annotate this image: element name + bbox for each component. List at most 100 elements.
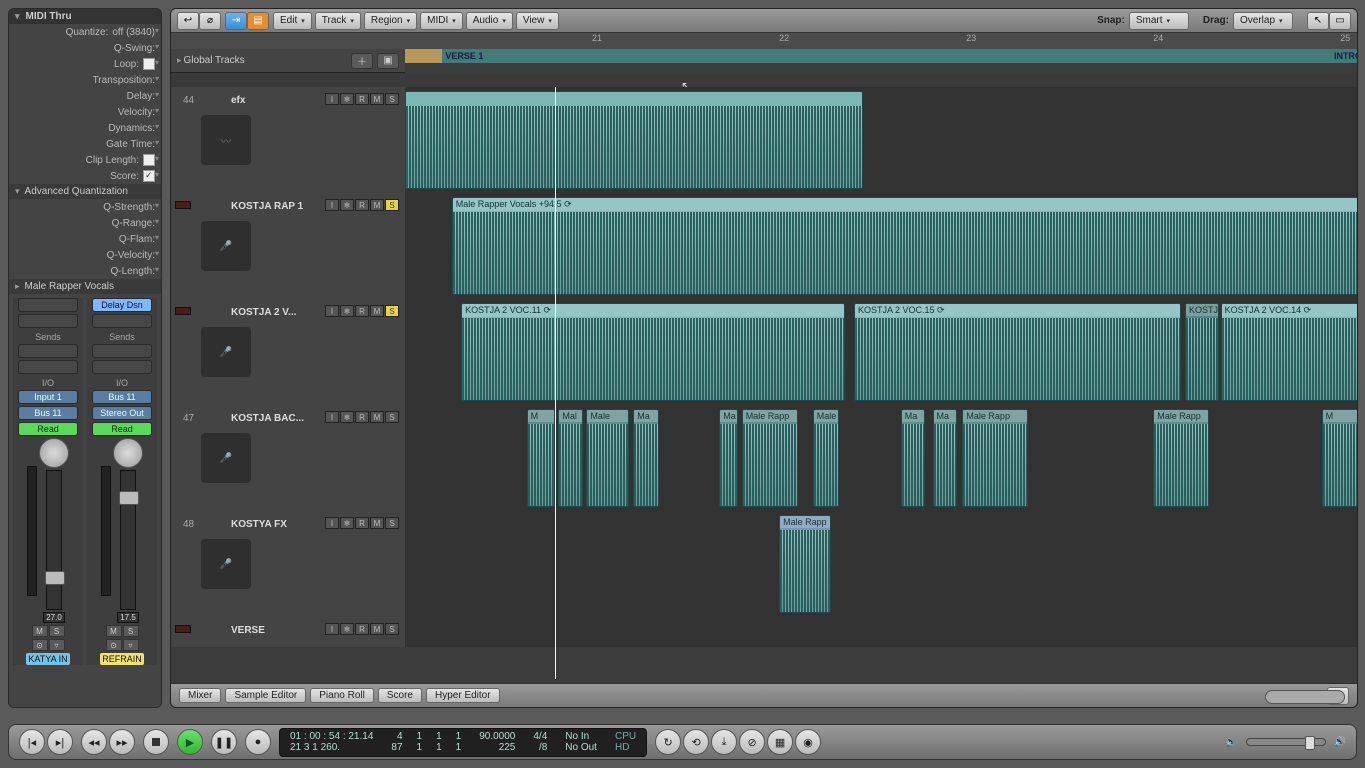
send-slot[interactable] <box>92 360 152 374</box>
pointer-tool[interactable]: ↖ <box>1307 12 1329 30</box>
pause-button[interactable]: ❚❚ <box>211 729 237 755</box>
track-mute-button[interactable]: M <box>370 411 384 423</box>
pan-knob[interactable] <box>113 438 143 468</box>
volume-fader[interactable] <box>46 470 62 610</box>
go-to-end-button[interactable]: ▸| <box>47 729 73 755</box>
io-button[interactable]: ▿ <box>123 639 139 651</box>
record-enable[interactable] <box>175 201 191 209</box>
link-button[interactable]: ⌀ <box>199 12 221 30</box>
audio-region[interactable]: KOSTJA 2 VOC.14 ⟳ <box>1221 303 1357 401</box>
track-header[interactable]: KOSTJA 2 V... I ❄ R M S 🎤 <box>171 299 405 405</box>
automation-mode[interactable]: Read <box>18 422 78 436</box>
inspector-row[interactable]: Quantize:off (3840)▾ <box>9 24 161 40</box>
auto-zoom-button[interactable]: ▤ <box>247 12 269 30</box>
mute-button[interactable]: M <box>32 625 48 637</box>
mute-button[interactable]: M <box>106 625 122 637</box>
track-record-button[interactable]: R <box>355 411 369 423</box>
inspector-row[interactable]: Dynamics:▾ <box>9 120 161 136</box>
send-slot[interactable] <box>92 344 152 358</box>
click-button[interactable]: ◉ <box>795 729 821 755</box>
track-info-button[interactable]: I <box>325 623 339 635</box>
inspector-row[interactable]: Transposition:▾ <box>9 72 161 88</box>
audio-region[interactable]: KOSTJ <box>1185 303 1219 401</box>
track-mute-button[interactable]: M <box>370 305 384 317</box>
track-name[interactable]: KOSTYA FX <box>231 519 287 530</box>
go-to-start-button[interactable]: |◂ <box>19 729 45 755</box>
track-freeze-button[interactable]: ❄ <box>340 93 354 105</box>
input-slot[interactable]: Bus 11 <box>92 390 152 404</box>
audio-region[interactable]: Mal <box>558 409 582 507</box>
editor-tab[interactable]: Piano Roll <box>310 688 374 703</box>
track-freeze-button[interactable]: ❄ <box>340 517 354 529</box>
inspector-row[interactable]: Q-Strength:▾ <box>9 199 161 215</box>
disclosure-icon[interactable] <box>15 281 22 292</box>
audio-region[interactable]: Ma <box>719 409 738 507</box>
track-freeze-button[interactable]: ❄ <box>340 623 354 635</box>
audio-region[interactable]: KOSTJA 2 VOC.11 ⟳ <box>461 303 844 401</box>
playhead[interactable] <box>555 87 556 679</box>
inspector-row[interactable]: Q-Velocity:▾ <box>9 247 161 263</box>
bar-ruler[interactable]: 2122232425 <box>171 33 1357 49</box>
track-mute-button[interactable]: M <box>370 623 384 635</box>
track-info-button[interactable]: I <box>325 517 339 529</box>
volume-fader[interactable] <box>120 470 136 610</box>
io-button[interactable]: ⊙ <box>106 639 122 651</box>
global-tracks-header[interactable]: Global Tracks ＋ ▣ <box>171 49 405 73</box>
send-slot[interactable] <box>18 344 78 358</box>
audio-region[interactable]: Ma <box>901 409 925 507</box>
checkbox[interactable] <box>143 154 155 166</box>
snap-select[interactable]: Smart▾ <box>1129 12 1189 30</box>
menu-region[interactable]: Region▾ <box>364 12 417 30</box>
replace-button[interactable]: ⤓ <box>711 729 737 755</box>
track-freeze-button[interactable]: ❄ <box>340 305 354 317</box>
inspector-row[interactable]: Q-Range:▾ <box>9 215 161 231</box>
send-slot[interactable] <box>18 360 78 374</box>
track-freeze-button[interactable]: ❄ <box>340 199 354 211</box>
audio-region[interactable]: Male Rapp <box>742 409 798 507</box>
track-solo-button[interactable]: S <box>385 305 399 317</box>
track-info-button[interactable]: I <box>325 411 339 423</box>
audio-region[interactable]: Male Rapper Vocals +94.5 ⟳ <box>452 197 1357 295</box>
advanced-quantization-header[interactable]: Advanced Quantization <box>9 184 161 199</box>
autopunch-button[interactable]: ⟲ <box>683 729 709 755</box>
track-mute-button[interactable]: M <box>370 93 384 105</box>
solo-button[interactable]: S <box>49 625 65 637</box>
audio-region[interactable]: KOSTJA 2 VOC.15 ⟳ <box>854 303 1181 401</box>
track-info-button[interactable]: I <box>325 305 339 317</box>
track-info-button[interactable]: I <box>325 93 339 105</box>
output-slot[interactable]: Stereo Out <box>92 406 152 420</box>
track-record-button[interactable]: R <box>355 517 369 529</box>
audio-region[interactable]: Male Rapp <box>962 409 1027 507</box>
marker-region[interactable]: INTRO <box>1331 49 1358 63</box>
audio-region[interactable]: Male <box>586 409 629 507</box>
automation-mode[interactable]: Read <box>92 422 152 436</box>
record-enable[interactable] <box>175 625 191 633</box>
track-lane[interactable]: Male Rapper Vocals +94.5 ⟳ <box>405 193 1357 299</box>
insert-slot[interactable] <box>18 314 78 328</box>
audio-region[interactable]: Male Rapp <box>779 515 831 613</box>
track-solo-button[interactable]: S <box>385 199 399 211</box>
horizontal-zoom-slider[interactable] <box>1265 690 1345 704</box>
master-volume-slider[interactable] <box>1246 738 1326 746</box>
track-lane[interactable]: MMalMaleMaMaMale RappMaleMaMaMale RappMa… <box>405 405 1357 511</box>
inspector-row[interactable]: Q-Swing:▾ <box>9 40 161 56</box>
track-solo-button[interactable]: S <box>385 623 399 635</box>
menu-track[interactable]: Track▾ <box>315 12 361 30</box>
inspector-header[interactable]: MIDI Thru <box>9 9 161 24</box>
inspector-row[interactable]: Clip Length:▾ <box>9 152 161 168</box>
record-button[interactable]: ● <box>245 729 271 755</box>
drag-select[interactable]: Overlap▾ <box>1233 12 1293 30</box>
insert-slot[interactable] <box>18 298 78 312</box>
marker-region[interactable]: VERSE 1 <box>442 49 1340 63</box>
output-slot[interactable]: Bus 11 <box>18 406 78 420</box>
disclosure-icon[interactable] <box>15 11 22 22</box>
track-header[interactable]: 47KOSTJA BAC... I ❄ R M S 🎤 <box>171 405 405 511</box>
strip-label[interactable]: KATYA IN <box>26 653 69 665</box>
editor-tab[interactable]: Sample Editor <box>225 688 306 703</box>
audio-region[interactable]: Ma <box>933 409 957 507</box>
track-record-button[interactable]: R <box>355 623 369 635</box>
io-button[interactable]: ▿ <box>49 639 65 651</box>
audio-region[interactable]: M <box>1322 409 1357 507</box>
track-name[interactable]: KOSTJA 2 V... <box>231 307 296 318</box>
track-record-button[interactable]: R <box>355 93 369 105</box>
